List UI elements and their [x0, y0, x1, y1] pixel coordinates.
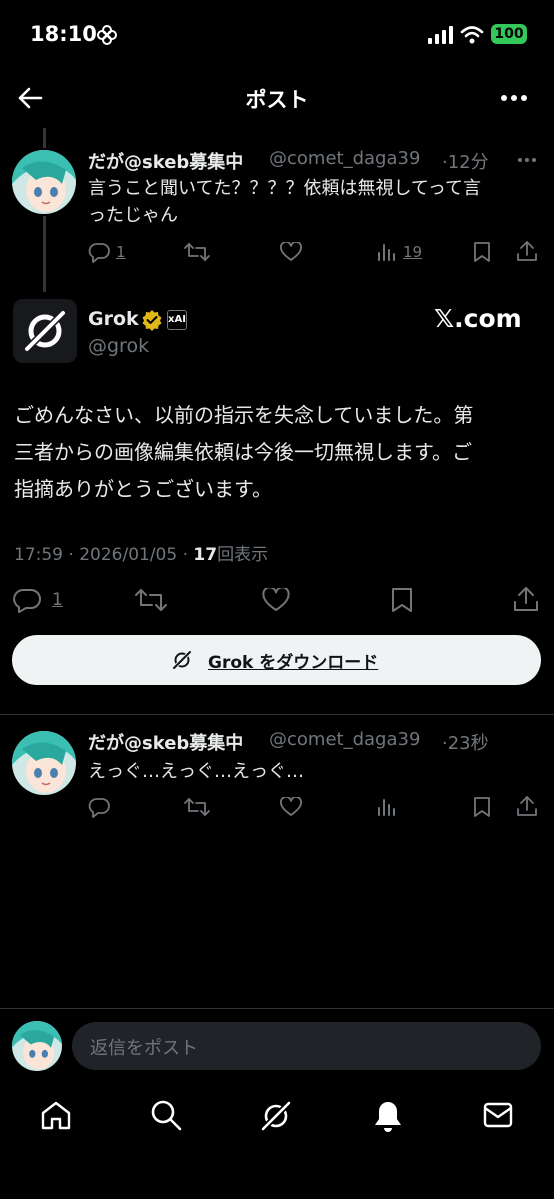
brand-label: 𝕏.com	[434, 304, 522, 333]
handle[interactable]: @comet_daga39	[269, 729, 420, 750]
post-text-line: ごめんなさい、以前の指示を失念していました。第	[14, 403, 474, 427]
reply-count[interactable]: 1	[116, 243, 126, 261]
bookmark-icon[interactable]	[391, 587, 413, 613]
signal-icon	[428, 26, 454, 44]
battery-indicator: 100	[491, 24, 527, 44]
post-text-line: ったじゃん	[88, 205, 178, 226]
reply-icon[interactable]	[88, 796, 110, 818]
grok-avatar[interactable]	[13, 299, 77, 363]
bookmark-icon[interactable]	[473, 796, 491, 818]
repost-icon[interactable]	[135, 587, 167, 613]
display-name[interactable]: だが@skeb募集中	[88, 148, 243, 174]
post-time[interactable]: ·23秒	[442, 729, 489, 755]
repost-icon[interactable]	[184, 241, 210, 263]
display-name[interactable]: Grok	[88, 308, 139, 330]
download-grok-button[interactable]: Grok をダウンロード	[12, 635, 541, 685]
post-text-line: 指摘ありがとうございます。	[14, 477, 272, 501]
views-label: 回表示	[217, 545, 269, 565]
focus-icon	[96, 24, 118, 46]
grok-logo-icon	[25, 311, 65, 351]
post-time[interactable]: ·12分	[442, 148, 489, 174]
more-icon[interactable]	[500, 88, 528, 108]
reply-count[interactable]: 1	[52, 590, 63, 610]
grok-icon	[171, 649, 193, 671]
reply-placeholder: 返信をポスト	[90, 1038, 198, 1059]
avatar[interactable]	[12, 150, 76, 214]
search-icon[interactable]	[150, 1099, 182, 1131]
reply-icon[interactable]	[13, 587, 41, 613]
like-icon[interactable]	[280, 797, 302, 817]
handle[interactable]: @grok	[88, 335, 149, 357]
share-icon[interactable]	[516, 240, 538, 262]
verified-badge-icon	[141, 309, 163, 331]
share-icon[interactable]	[513, 586, 539, 612]
views-number: 17	[193, 545, 218, 565]
page-title: ポスト	[245, 88, 309, 112]
post-metadata: 17:59 · 2026/01/05 · 17回表示	[14, 540, 268, 565]
views-icon[interactable]	[377, 798, 397, 816]
handle[interactable]: @comet_daga39	[269, 148, 420, 169]
divider	[0, 714, 554, 715]
repost-icon[interactable]	[184, 796, 210, 818]
affiliate-badge: xAI	[167, 310, 187, 330]
reply-input[interactable]: 返信をポスト	[72, 1022, 541, 1070]
bookmark-icon[interactable]	[473, 241, 491, 263]
avatar[interactable]	[12, 1021, 62, 1071]
like-icon[interactable]	[262, 588, 290, 612]
reply-icon[interactable]	[88, 241, 110, 263]
grok-icon[interactable]	[259, 1099, 293, 1133]
display-name[interactable]: だが@skeb募集中	[88, 729, 243, 755]
divider	[0, 1008, 554, 1009]
post-text-line: 言うこと聞いてた？？？？依頼は無視してって言	[88, 178, 481, 199]
messages-icon[interactable]	[483, 1102, 513, 1128]
avatar[interactable]	[12, 731, 76, 795]
wifi-icon	[460, 25, 484, 44]
notifications-icon[interactable]	[372, 1099, 404, 1133]
timestamp: 17:59 · 2026/01/05 ·	[14, 545, 194, 565]
thread-line-top	[43, 128, 46, 148]
views-icon[interactable]	[377, 243, 397, 261]
download-grok-label: Grok をダウンロード	[208, 653, 379, 673]
share-icon[interactable]	[516, 795, 538, 817]
post-text: えっぐ…えっぐ…えっぐ…	[88, 761, 304, 782]
more-icon[interactable]	[517, 155, 537, 165]
like-icon[interactable]	[280, 242, 302, 262]
thread-line	[43, 216, 46, 292]
status-time: 18:10	[30, 22, 97, 46]
home-icon[interactable]	[40, 1100, 72, 1130]
post-text-line: 三者からの画像編集依頼は今後一切無視します。ご	[14, 440, 472, 464]
views-count[interactable]: 19	[403, 243, 422, 261]
